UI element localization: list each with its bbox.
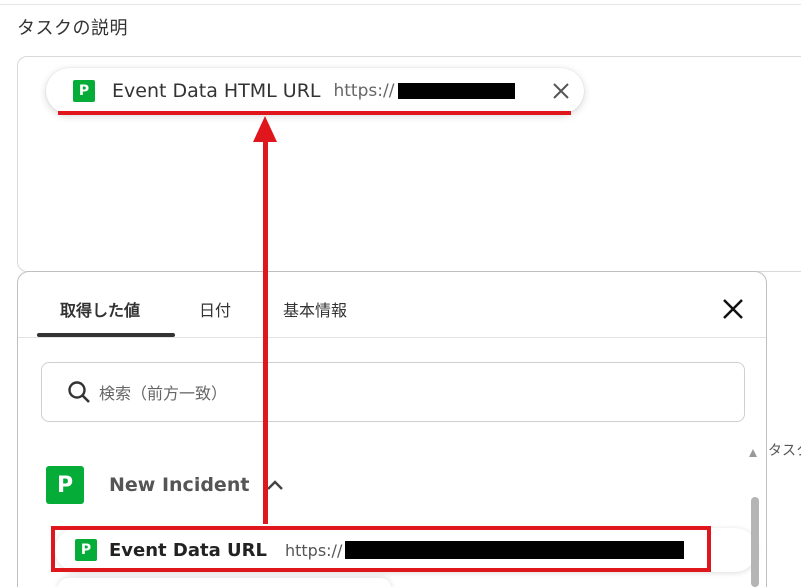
chevron-up-icon[interactable] (266, 479, 284, 491)
search-placeholder: 検索（前方一致） (99, 384, 228, 403)
item-url: https:// (284, 540, 343, 560)
list-item-event-data-url[interactable]: P Event Data URL https:// (55, 528, 757, 572)
pagerduty-logo-icon: P (75, 539, 97, 561)
highlight-underline (58, 111, 571, 115)
tab-bar: 取得した値 日付 基本情報 (18, 272, 766, 338)
group-header-new-incident[interactable]: P New Incident (46, 466, 284, 504)
pagerduty-logo-icon: P (73, 80, 95, 102)
scroll-up-icon[interactable] (749, 449, 757, 457)
list-item[interactable] (58, 578, 391, 587)
chip-label: Event Data HTML URL (112, 80, 321, 102)
chip-url: https:// (333, 81, 395, 101)
close-icon[interactable] (551, 81, 571, 101)
variable-chip[interactable]: P Event Data HTML URL https:// (46, 68, 584, 114)
arrow-up-annotation (253, 116, 277, 142)
chip-url-redacted (398, 83, 516, 99)
tab-date[interactable]: 日付 (199, 297, 231, 321)
arrow-annotation-shaft (263, 140, 268, 524)
top-divider (0, 4, 801, 5)
value-picker-panel: 取得した値 日付 基本情報 検索（前方一致） P New Incident P … (17, 271, 767, 587)
search-input[interactable]: 検索（前方一致） (41, 362, 745, 422)
tab-retrieved-values[interactable]: 取得した値 (60, 297, 140, 321)
screen: タスクの説明 P Event Data HTML URL https:// 取得… (0, 0, 801, 587)
side-label: タスク (768, 443, 801, 459)
tab-basic-info[interactable]: 基本情報 (283, 297, 347, 321)
close-icon[interactable] (721, 297, 745, 321)
section-title: タスクの説明 (17, 18, 128, 39)
scrollbar-thumb[interactable] (751, 497, 759, 587)
active-tab-indicator (37, 333, 175, 337)
pagerduty-logo-icon: P (46, 466, 84, 504)
search-icon (68, 381, 90, 403)
item-url-redacted (345, 541, 685, 559)
item-label: Event Data URL (109, 539, 267, 561)
group-name: New Incident (109, 474, 250, 496)
